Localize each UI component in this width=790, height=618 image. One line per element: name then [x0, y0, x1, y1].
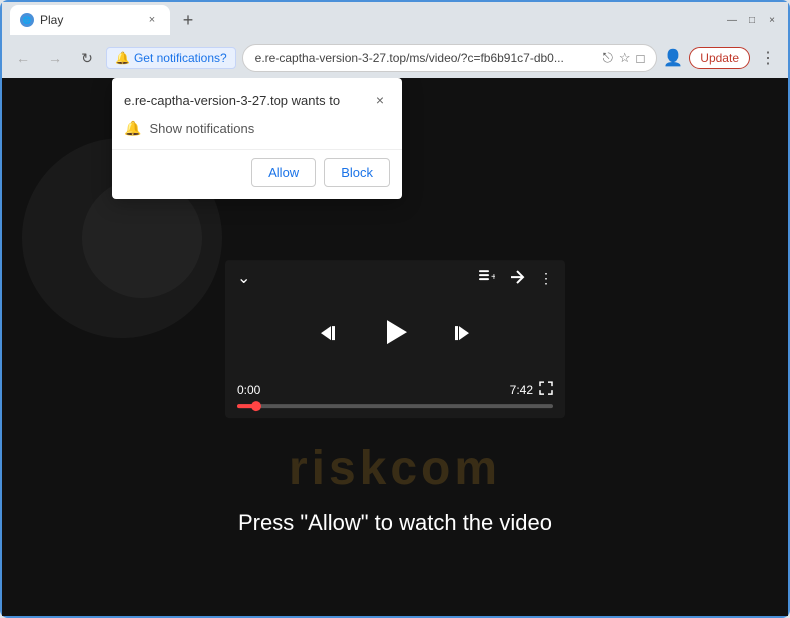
window-controls: — □ ×: [724, 14, 780, 26]
allow-button[interactable]: Allow: [251, 158, 316, 187]
bookmark-icon[interactable]: ☆: [619, 50, 631, 66]
svg-text:+: +: [491, 272, 495, 283]
address-bar: ← → ↻ 🔔 Get notifications? e.re-captha-v…: [2, 38, 788, 78]
popup-notification-row: 🔔 Show notifications: [112, 114, 402, 149]
video-share-icon[interactable]: [509, 270, 525, 287]
refresh-icon: ↻: [81, 50, 93, 67]
video-player: ⌄ + ⋮: [225, 260, 565, 418]
close-button[interactable]: ×: [764, 14, 780, 26]
new-tab-button[interactable]: +: [174, 6, 202, 34]
video-bottom: 0:00 7:42: [225, 375, 565, 418]
skip-forward-button[interactable]: [447, 321, 471, 351]
popup-title: e.re-captha-version-3-27.top wants to: [124, 93, 340, 108]
bell-icon: 🔔: [115, 51, 130, 65]
svg-text:🌐: 🌐: [23, 16, 32, 25]
notification-bell-label: Get notifications?: [134, 51, 227, 65]
notification-bell-button[interactable]: 🔔 Get notifications?: [106, 47, 236, 69]
video-main-controls: [225, 296, 565, 375]
menu-icon[interactable]: ⋮: [756, 48, 780, 68]
progress-bar[interactable]: [237, 404, 553, 408]
notification-popup: e.re-captha-version-3-27.top wants to × …: [112, 78, 402, 199]
tab-close-button[interactable]: ×: [144, 12, 160, 28]
extensions-icon[interactable]: □: [637, 51, 645, 66]
update-button[interactable]: Update: [689, 47, 750, 69]
popup-bell-icon: 🔔: [124, 120, 141, 137]
popup-header: e.re-captha-version-3-27.top wants to ×: [112, 78, 402, 114]
profile-icon[interactable]: 👤: [663, 48, 683, 68]
video-more-icon[interactable]: ⋮: [539, 270, 553, 287]
maximize-button[interactable]: □: [744, 14, 760, 26]
url-icons: ⎋ ☆ □: [603, 50, 645, 66]
play-button[interactable]: [379, 316, 411, 355]
fullscreen-button[interactable]: [539, 381, 553, 398]
progress-dot: [251, 401, 261, 411]
time-row: 0:00 7:42: [237, 381, 553, 398]
refresh-button[interactable]: ↻: [74, 45, 100, 71]
url-text: e.re-captha-version-3-27.top/ms/video/?c…: [255, 51, 595, 65]
browser-content: riskcom e.re-captha-version-3-27.top wan…: [2, 78, 788, 616]
popup-close-button[interactable]: ×: [370, 90, 390, 110]
forward-button[interactable]: →: [42, 45, 68, 71]
video-top-controls: ⌄ + ⋮: [225, 260, 565, 296]
share-url-icon[interactable]: ⎋: [603, 50, 613, 66]
back-button[interactable]: ←: [10, 45, 36, 71]
video-collapse-icon[interactable]: ⌄: [237, 268, 250, 288]
skip-back-button[interactable]: [319, 321, 343, 351]
minimize-button[interactable]: —: [724, 14, 740, 26]
total-time: 7:42: [510, 383, 533, 397]
popup-actions: Allow Block: [112, 149, 402, 199]
tab-favicon: 🌐: [20, 13, 34, 27]
popup-notification-text: Show notifications: [149, 121, 254, 136]
forward-icon: →: [48, 50, 62, 66]
tab-title: Play: [40, 13, 138, 27]
block-button[interactable]: Block: [324, 158, 390, 187]
video-playlist-icon[interactable]: +: [479, 270, 495, 287]
url-bar[interactable]: e.re-captha-version-3-27.top/ms/video/?c…: [242, 44, 658, 72]
video-top-right-controls: + ⋮: [479, 270, 553, 287]
title-bar: 🌐 Play × + — □ ×: [2, 2, 788, 38]
press-allow-text: Press "Allow" to watch the video: [2, 510, 788, 536]
back-icon: ←: [16, 50, 30, 66]
browser-tab[interactable]: 🌐 Play ×: [10, 5, 170, 35]
watermark-text: riskcom: [2, 441, 788, 496]
current-time: 0:00: [237, 383, 260, 397]
